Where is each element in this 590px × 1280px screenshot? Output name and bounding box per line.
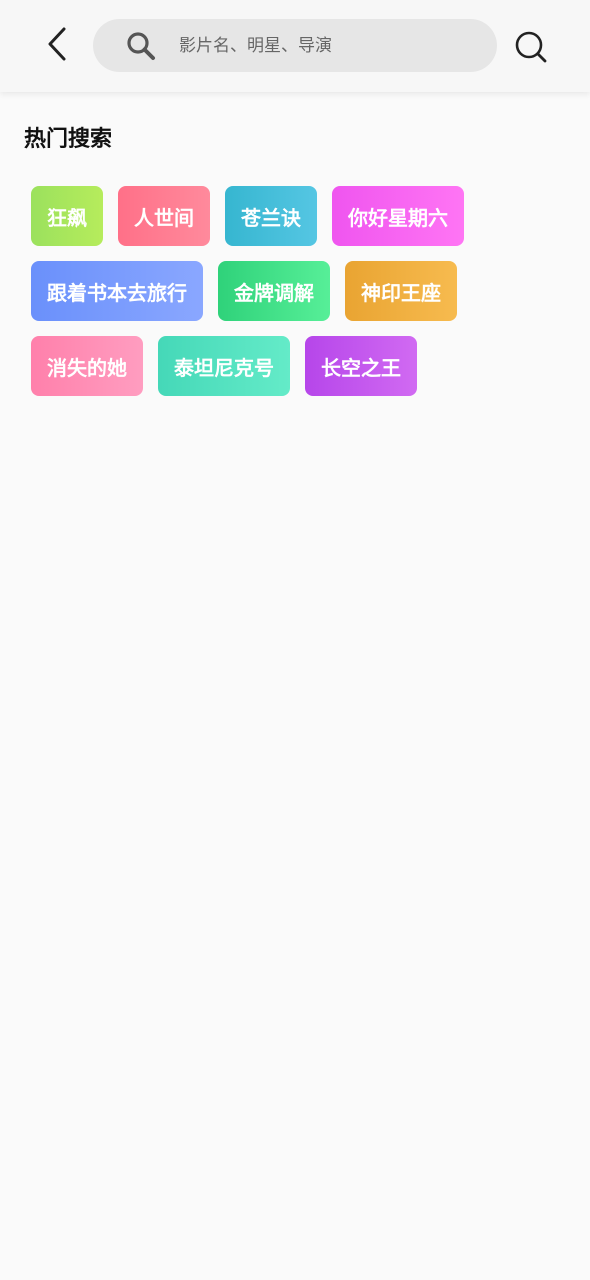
search-input[interactable] <box>179 19 479 72</box>
hot-tag[interactable]: 泰坦尼克号 <box>158 336 290 396</box>
chevron-left-icon <box>48 27 66 61</box>
tag-row: 狂飙 人世间 苍兰诀 你好星期六 <box>31 186 571 246</box>
search-button[interactable] <box>508 24 554 70</box>
hot-tag[interactable]: 苍兰诀 <box>225 186 317 246</box>
hot-tag[interactable]: 神印王座 <box>345 261 457 321</box>
hot-tag[interactable]: 跟着书本去旅行 <box>31 261 203 321</box>
hot-tag[interactable]: 狂飙 <box>31 186 103 246</box>
hot-tag[interactable]: 金牌调解 <box>218 261 330 321</box>
magnifier-icon <box>127 32 155 60</box>
hot-tag[interactable]: 人世间 <box>118 186 210 246</box>
hot-tag[interactable]: 你好星期六 <box>332 186 464 246</box>
tag-row: 跟着书本去旅行 金牌调解 神印王座 <box>31 261 571 321</box>
hot-search-tags: 狂飙 人世间 苍兰诀 你好星期六 跟着书本去旅行 金牌调解 神印王座 消失的她 … <box>31 186 571 411</box>
hot-tag[interactable]: 消失的她 <box>31 336 143 396</box>
tag-row: 消失的她 泰坦尼克号 长空之王 <box>31 336 571 396</box>
top-bar <box>0 0 590 92</box>
back-button[interactable] <box>36 22 80 66</box>
search-box[interactable] <box>93 19 497 72</box>
search-icon <box>515 31 547 63</box>
hot-search-title: 热门搜索 <box>24 127 113 152</box>
hot-tag[interactable]: 长空之王 <box>305 336 417 396</box>
